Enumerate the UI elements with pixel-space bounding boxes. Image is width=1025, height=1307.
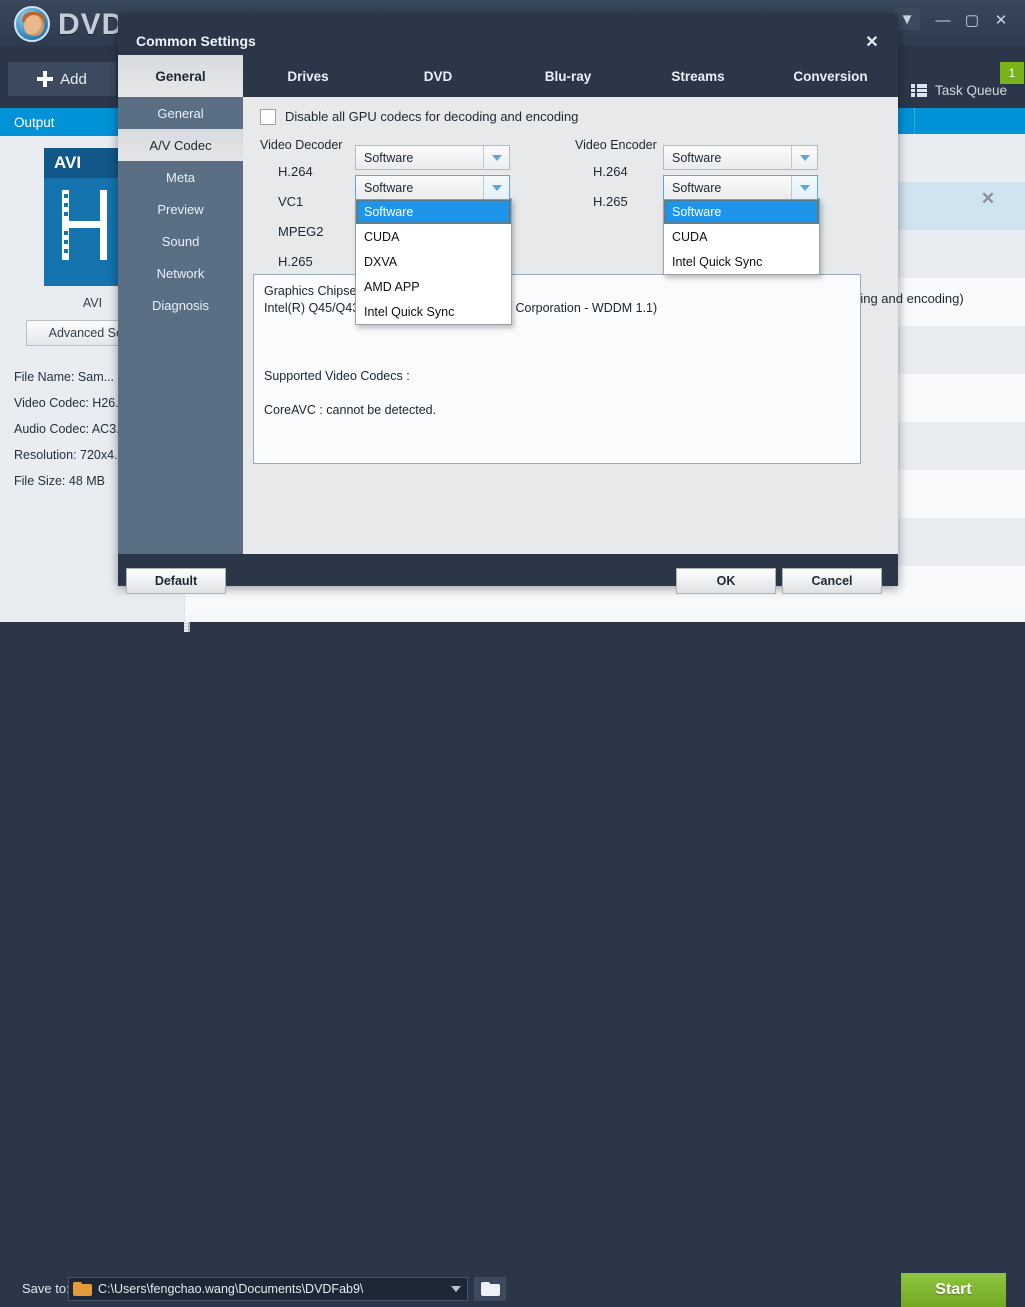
tab-conversion[interactable]: Conversion bbox=[763, 55, 898, 97]
dropdown-option[interactable]: DXVA bbox=[356, 249, 511, 274]
logo-face bbox=[24, 15, 44, 36]
dropdown-option[interactable]: Software bbox=[356, 199, 511, 224]
ok-button[interactable]: OK bbox=[676, 568, 776, 594]
window-minimize-button[interactable]: — bbox=[930, 8, 956, 32]
tab-bluray[interactable]: Blu-ray bbox=[503, 55, 633, 97]
dropdown-option[interactable]: AMD APP bbox=[356, 274, 511, 299]
video-decoder-group-label: Video Decoder bbox=[260, 138, 343, 152]
encoder-h265-label: H.265 bbox=[593, 194, 628, 209]
sidebar-item-preview[interactable]: Preview bbox=[118, 193, 243, 225]
default-button[interactable]: Default bbox=[126, 568, 226, 594]
dropdown-option[interactable]: Software bbox=[664, 199, 819, 224]
format-thumbnail[interactable]: AVI bbox=[44, 148, 122, 286]
dropdown-option[interactable]: CUDA bbox=[356, 224, 511, 249]
window-close-button[interactable]: ✕ bbox=[988, 8, 1014, 32]
encoder-h265-value: Software bbox=[672, 180, 722, 195]
folder-open-icon bbox=[480, 1282, 500, 1296]
decoder-h264-label: H.264 bbox=[278, 164, 313, 179]
tab-streams[interactable]: Streams bbox=[633, 55, 763, 97]
window-maximize-button[interactable]: ▢ bbox=[959, 8, 985, 32]
browse-folder-button[interactable] bbox=[474, 1277, 506, 1301]
decoder-vc1-dropdown-list[interactable]: Software CUDA DXVA AMD APP Intel Quick S… bbox=[355, 198, 512, 325]
dialog-close-button[interactable]: ✕ bbox=[861, 31, 883, 53]
decoder-h264-value: Software bbox=[364, 150, 414, 165]
task-queue-badge: 1 bbox=[1000, 62, 1024, 84]
decoder-h265-label: H.265 bbox=[278, 254, 313, 269]
common-settings-dialog: Common Settings ✕ General Drives DVD Blu… bbox=[118, 14, 964, 594]
encoder-h265-dropdown-list[interactable]: Software CUDA Intel Quick Sync bbox=[663, 198, 820, 275]
tab-drives[interactable]: Drives bbox=[243, 55, 373, 97]
tab-general[interactable]: General bbox=[118, 55, 243, 97]
chevron-down-icon[interactable] bbox=[483, 146, 509, 169]
app-logo-text: DVD bbox=[58, 8, 125, 41]
dialog-sidebar: General A/V Codec Meta Preview Sound Net… bbox=[118, 97, 243, 554]
decoder-mpeg2-label: MPEG2 bbox=[278, 224, 324, 239]
dialog-title: Common Settings bbox=[136, 33, 256, 49]
disable-gpu-label: Disable all GPU codecs for decoding and … bbox=[285, 109, 579, 124]
dropdown-option[interactable]: Intel Quick Sync bbox=[356, 299, 511, 324]
plus-icon bbox=[37, 71, 54, 87]
add-button[interactable]: Add bbox=[8, 62, 116, 96]
tab-dvd[interactable]: DVD bbox=[373, 55, 503, 97]
dropdown-option[interactable]: Intel Quick Sync bbox=[664, 249, 819, 274]
cancel-button[interactable]: Cancel bbox=[782, 568, 882, 594]
decoder-vc1-value: Software bbox=[364, 180, 414, 195]
encoder-h264-label: H.264 bbox=[593, 164, 628, 179]
video-encoder-group-label: Video Encoder bbox=[575, 138, 657, 152]
encoder-h264-value: Software bbox=[672, 150, 722, 165]
sidebar-item-diagnosis[interactable]: Diagnosis bbox=[118, 289, 243, 321]
encoder-h264-combo[interactable]: Software bbox=[663, 145, 818, 170]
save-to-label: Save to: bbox=[22, 1281, 70, 1296]
folder-icon bbox=[73, 1282, 92, 1296]
disable-gpu-checkbox[interactable] bbox=[260, 109, 276, 125]
bottom-bar: Save to: C:\Users\fengchao.wang\Document… bbox=[0, 632, 1025, 1307]
save-path-value: C:\Users\fengchao.wang\Documents\DVDFab9… bbox=[98, 1282, 364, 1296]
add-button-label: Add bbox=[60, 70, 87, 88]
list-icon bbox=[911, 83, 927, 97]
sidebar-item-general[interactable]: General bbox=[118, 97, 243, 129]
sidebar-item-av-codec[interactable]: A/V Codec bbox=[118, 129, 243, 161]
sidebar-item-network[interactable]: Network bbox=[118, 257, 243, 289]
film-strip-icon bbox=[56, 190, 110, 260]
sidebar-item-meta[interactable]: Meta bbox=[118, 161, 243, 193]
dialog-tabbar: General Drives DVD Blu-ray Streams Conve… bbox=[118, 55, 898, 97]
chevron-down-icon[interactable] bbox=[483, 176, 509, 199]
start-button[interactable]: Start bbox=[901, 1273, 1006, 1307]
decoder-vc1-combo[interactable]: Software bbox=[355, 175, 510, 200]
dropdown-option[interactable]: CUDA bbox=[664, 224, 819, 249]
encoder-h265-combo[interactable]: Software bbox=[663, 175, 818, 200]
chevron-down-icon[interactable] bbox=[791, 176, 817, 199]
codec-information-textarea[interactable]: Graphics Chipset : Intel(R) Q45/Q43 Expr… bbox=[253, 274, 861, 464]
decoder-vc1-label: VC1 bbox=[278, 194, 304, 209]
sidebar-item-sound[interactable]: Sound bbox=[118, 225, 243, 257]
app-logo-icon bbox=[14, 6, 50, 42]
chevron-down-icon[interactable] bbox=[451, 1286, 461, 1292]
remove-row-close-icon[interactable]: ✕ bbox=[979, 189, 997, 208]
chevron-down-icon[interactable] bbox=[791, 146, 817, 169]
format-badge: AVI bbox=[44, 148, 122, 178]
task-queue-label: Task Queue bbox=[935, 82, 1008, 98]
decoder-h264-combo[interactable]: Software bbox=[355, 145, 510, 170]
save-path-combo[interactable]: C:\Users\fengchao.wang\Documents\DVDFab9… bbox=[68, 1277, 468, 1301]
